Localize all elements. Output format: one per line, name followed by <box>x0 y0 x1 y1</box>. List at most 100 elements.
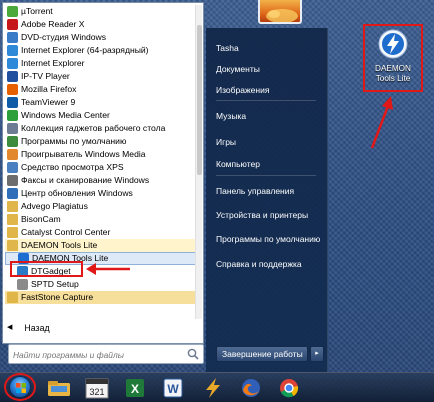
program-label: Программы по умолчанию <box>21 136 127 146</box>
highlight-box-list-entry <box>10 261 83 277</box>
folder-icon <box>7 227 18 238</box>
program-item[interactable]: Средство просмотра XPS <box>5 161 201 174</box>
program-label: BisonCam <box>21 214 61 224</box>
program-label: Advego Plagiatus <box>21 201 88 211</box>
word-icon: W <box>163 378 183 398</box>
daemon-tools-desktop-icon[interactable] <box>377 28 409 60</box>
program-label: DVD-студия Windows <box>21 32 107 42</box>
program-label: Internet Explorer (64-разрядный) <box>21 45 149 55</box>
folder-icon <box>7 214 18 225</box>
calendar-taskbar-button[interactable]: 321 <box>82 376 112 400</box>
start-menu-programs-panel: µTorrent Adobe Reader X DVD-студия Windows… <box>2 2 204 344</box>
program-item[interactable]: Adobe Reader X <box>5 18 201 31</box>
program-item[interactable]: Центр обновления Windows <box>5 187 201 200</box>
right-menu-item[interactable]: Справка и поддержка <box>206 254 328 274</box>
windows-update-icon <box>7 188 18 199</box>
right-menu-item[interactable]: Программы по умолчанию <box>206 229 328 249</box>
shutdown-button[interactable]: Завершение работы <box>216 346 308 362</box>
program-label: Факсы и сканирование Windows <box>21 175 150 185</box>
program-label: DAEMON Tools Lite <box>21 240 98 250</box>
svg-text:W: W <box>167 382 179 396</box>
dvd-studio-icon <box>7 32 18 43</box>
excel-taskbar-button[interactable]: X <box>120 376 150 400</box>
program-item[interactable]: DVD-студия Windows <box>5 31 201 44</box>
media-center-icon <box>7 110 18 121</box>
program-list-scrollbar[interactable] <box>195 5 202 319</box>
right-menu-item[interactable]: Музыка <box>206 106 328 126</box>
default-programs-icon <box>7 136 18 147</box>
gadgets-icon <box>7 123 18 134</box>
folder-icon <box>7 240 18 251</box>
search-box[interactable] <box>8 344 204 364</box>
start-menu-right-panel: Tasha Документы Изображения Музыка Игры Компь… <box>206 28 328 372</box>
program-item[interactable]: Факсы и сканирование Windows <box>5 174 201 187</box>
program-label: Catalyst Control Center <box>21 227 111 237</box>
program-label: Internet Explorer <box>21 58 85 68</box>
program-item[interactable]: SPTD Setup <box>5 278 201 291</box>
program-label: Windows Media Center <box>21 110 110 120</box>
calendar-icon: 321 <box>85 378 109 399</box>
svg-text:X: X <box>131 382 139 396</box>
right-menu-item[interactable]: Документы <box>206 59 328 79</box>
program-item[interactable]: Коллекция гаджетов рабочего стола <box>5 122 201 135</box>
internet-explorer-icon <box>7 58 18 69</box>
program-item[interactable]: IP-TV Player <box>5 70 201 83</box>
flower-picture-icon <box>266 9 298 22</box>
search-input[interactable] <box>9 346 185 364</box>
adobe-reader-icon <box>7 19 18 30</box>
taskbar: 321 X W <box>0 372 434 402</box>
right-menu-item[interactable]: Панель управления <box>206 181 328 201</box>
back-button[interactable]: ◀ Назад <box>7 321 201 335</box>
program-item[interactable]: µTorrent <box>5 5 201 18</box>
excel-icon: X <box>126 379 144 397</box>
program-item[interactable]: FastStone Capture <box>5 291 201 304</box>
program-item[interactable]: Internet Explorer (64-разрядный) <box>5 44 201 57</box>
word-taskbar-button[interactable]: W <box>158 376 188 400</box>
firefox-taskbar-button[interactable] <box>236 376 266 400</box>
program-item[interactable]: Программы по умолчанию <box>5 135 201 148</box>
folder-icon <box>7 292 18 303</box>
program-label: SPTD Setup <box>31 279 79 289</box>
shutdown-options-button[interactable]: ▸ <box>310 346 324 362</box>
chrome-taskbar-button[interactable] <box>274 376 304 400</box>
program-item[interactable]: BisonCam <box>5 213 201 226</box>
back-arrow-icon: ◀ <box>7 324 13 331</box>
program-item[interactable]: Catalyst Control Center <box>5 226 201 239</box>
program-label: FastStone Capture <box>21 292 94 302</box>
explorer-icon <box>48 381 70 396</box>
scrollbar-thumb[interactable] <box>197 25 202 175</box>
right-menu-item[interactable]: Игры <box>206 132 328 152</box>
highlight-circle-start <box>4 373 36 401</box>
program-label: IP-TV Player <box>21 71 70 81</box>
right-menu-item[interactable]: Устройства и принтеры <box>206 205 328 225</box>
daemon-tools-taskbar-button[interactable] <box>198 376 228 400</box>
internet-explorer-icon <box>7 45 18 56</box>
daemon-tools-icon <box>206 378 220 398</box>
desktop-icon-label-line2: Tools Lite <box>375 74 411 83</box>
program-label: Коллекция гаджетов рабочего стола <box>21 123 166 133</box>
back-label: Назад <box>24 323 50 333</box>
program-label: Средство просмотра XPS <box>21 162 124 172</box>
program-label: µTorrent <box>21 6 53 16</box>
pointer-arrow-list <box>86 263 130 275</box>
program-item[interactable]: Mozilla Firefox <box>5 83 201 96</box>
program-item[interactable]: DAEMON Tools Lite <box>5 239 201 252</box>
right-menu-item[interactable]: Tasha <box>206 38 328 58</box>
program-label: Проигрыватель Windows Media <box>21 149 146 159</box>
program-item[interactable]: Advego Plagiatus <box>5 200 201 213</box>
calendar-number: 321 <box>89 387 104 397</box>
program-item[interactable]: Windows Media Center <box>5 109 201 122</box>
program-item[interactable]: TeamViewer 9 <box>5 96 201 109</box>
firefox-icon <box>7 84 18 95</box>
explorer-taskbar-button[interactable] <box>44 376 74 400</box>
program-item[interactable]: Internet Explorer <box>5 57 201 70</box>
right-menu-item[interactable]: Компьютер <box>206 154 328 174</box>
utorrent-icon <box>7 6 18 17</box>
media-player-icon <box>7 149 18 160</box>
program-item[interactable]: Проигрыватель Windows Media <box>5 148 201 161</box>
program-label: Центр обновления Windows <box>21 188 133 198</box>
pointer-arrow-desktop <box>370 96 393 149</box>
user-picture[interactable] <box>258 0 302 24</box>
right-menu-item[interactable]: Изображения <box>206 80 328 100</box>
folder-icon <box>7 201 18 212</box>
